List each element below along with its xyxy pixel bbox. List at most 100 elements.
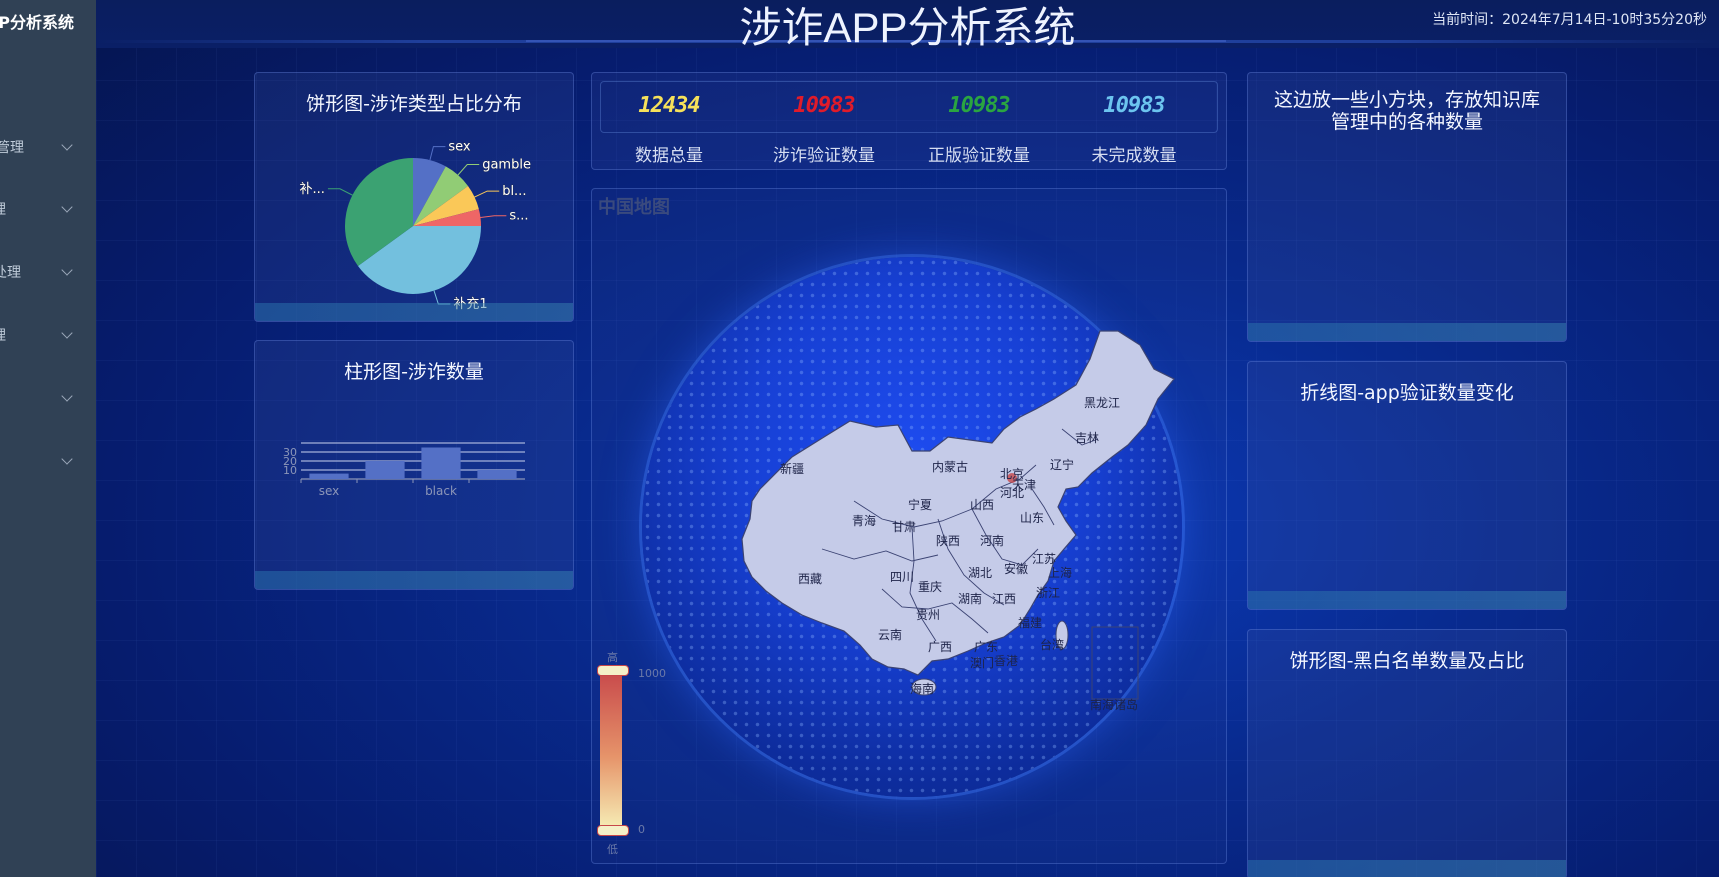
province-label: 黑龙江 [1084, 396, 1120, 410]
bar[interactable] [309, 473, 349, 479]
pie-label: sex [448, 140, 471, 155]
legend-max: 1000 [638, 667, 666, 680]
sidebar-item-label: 管理 [0, 140, 24, 156]
province-label: 河北 [1000, 486, 1024, 500]
pie-label: gamble [482, 157, 531, 172]
knowledge-panel: 这边放一些小方块，存放知识库管理中的各种数量 [1247, 72, 1567, 342]
province-label: 湖南 [958, 591, 982, 606]
visual-map-handle-bottom[interactable] [597, 825, 629, 836]
chevron-down-icon [61, 327, 73, 339]
pie-list-panel: 饼形图-黑白名单数量及占比 [1247, 629, 1567, 877]
province-label: 台湾 [1040, 637, 1064, 652]
panel-footer [1248, 323, 1566, 341]
pie-label-line [457, 163, 480, 176]
province-label: 青海 [852, 513, 876, 528]
panel-footer [1248, 860, 1566, 877]
chevron-down-icon [61, 201, 73, 213]
province-label: 江苏 [1032, 552, 1056, 566]
province-label: 西藏 [798, 572, 822, 586]
pie-label-line [327, 188, 353, 196]
south-china-sea-inset [1091, 626, 1139, 700]
pie-label: bl... [502, 184, 526, 199]
bar-count-title: 柱形图-涉诈数量 [344, 361, 484, 383]
province-label: 福建 [1018, 615, 1042, 630]
stat-total-value: 12434 [638, 93, 700, 118]
sidebar-item-6[interactable] [0, 442, 96, 482]
province-label: 新疆 [780, 461, 804, 476]
province-label: 南海诸岛 [1090, 697, 1138, 712]
pie-label-line [474, 190, 500, 198]
bar[interactable] [365, 461, 405, 479]
line-verify-panel: 折线图-app验证数量变化 [1247, 361, 1567, 610]
chevron-down-icon [61, 390, 73, 402]
province-label: 广东 [974, 640, 998, 654]
pie-type-panel: 饼形图-涉诈类型占比分布 sexgamblebl...s...补充1补... [254, 72, 574, 322]
province-label: 宁夏 [908, 497, 932, 512]
stat-pending-label: 未完成数量 [1091, 146, 1177, 166]
legend-min: 0 [638, 823, 645, 836]
stat-fraud-value: 10983 [793, 93, 855, 118]
stat-fraud-label: 涉诈验证数量 [773, 146, 875, 166]
visual-map-handle-top[interactable] [597, 665, 629, 676]
chevron-down-icon [61, 453, 73, 465]
pie-label: 补... [300, 182, 325, 197]
province-label: 辽宁 [1050, 457, 1074, 472]
legend-low: 低 [607, 843, 618, 856]
province-label: 香港 [994, 654, 1018, 668]
sidebar-item-label: 理 [0, 190, 6, 230]
sidebar: 涉诈APP分析系统 管理 理 处理 理 [0, 0, 96, 877]
pie-chart: sexgamblebl...s...补充1补... [299, 139, 531, 312]
pie-type-title: 饼形图-涉诈类型占比分布 [306, 93, 522, 115]
pie-label-line [480, 215, 507, 218]
current-time: 当前时间：2024年7月14日-10时35分20秒 [1432, 12, 1707, 28]
bar[interactable] [421, 447, 461, 480]
sidebar-item-label: 处理 [0, 265, 21, 281]
pie-label-line [433, 290, 451, 305]
province-label: 广西 [928, 640, 952, 654]
pie-list-title: 饼形图-黑白名单数量及占比 [1289, 650, 1525, 672]
province-label: 吉林 [1075, 431, 1099, 445]
province-label: 安徽 [1004, 561, 1028, 576]
china-map-panel: 中国地图 黑龙江 吉林 辽宁 内蒙古 北京 天津 河北 新疆 宁夏 山西 山东 青海 甘肃 陕西 河南 江苏西… [591, 188, 1227, 864]
panel-footer [255, 303, 573, 321]
province-label: 甘肃 [892, 520, 916, 534]
province-label: 贵州 [916, 608, 940, 622]
province-label: 山东 [1020, 511, 1044, 525]
sidebar-item-1[interactable]: 管理 [0, 128, 96, 168]
panel-footer [1248, 591, 1566, 609]
sidebar-item-2[interactable]: 理 [0, 190, 96, 230]
stat-total-label: 数据总量 [635, 146, 703, 166]
visual-map-bar[interactable] [600, 669, 622, 829]
sidebar-item-5[interactable] [0, 379, 96, 419]
province-label: 四川 [890, 570, 914, 584]
province-label: 澳门 [970, 655, 994, 670]
dashboard-header: 涉诈APP分析系统 当前时间：2024年7月14日-10时35分20秒 [96, 0, 1719, 51]
bar[interactable] [477, 470, 517, 479]
legend-high: 高 [607, 651, 618, 664]
sidebar-item-4[interactable]: 理 [0, 316, 96, 356]
bar-count-panel: 柱形图-涉诈数量 10 20 30 sex black [254, 340, 574, 590]
stats-box: 12434 10983 10983 10983 数据总量 涉诈验证数量 正版验证… [591, 72, 1227, 170]
bar-xtick: sex [319, 484, 340, 498]
stat-genuine-value: 10983 [948, 93, 1010, 118]
panel-footer [255, 571, 573, 589]
province-label: 上海 [1048, 565, 1072, 580]
province-label: 浙江 [1036, 586, 1060, 600]
sidebar-brand: 涉诈APP分析系统 [0, 13, 74, 32]
bar-ytick: 30 [283, 446, 297, 459]
sidebar-item-3[interactable]: 处理 [0, 253, 96, 293]
stat-genuine-label: 正版验证数量 [928, 146, 1030, 166]
chevron-down-icon [61, 139, 73, 151]
pie-label: s... [509, 209, 528, 224]
pie-label-line [429, 146, 446, 161]
province-label: 重庆 [918, 580, 942, 594]
china-map[interactable]: 黑龙江吉林辽宁内蒙古 北京天津河北新疆宁夏 山西山东青海 甘肃陕西 河南江苏西藏 四川 湖北… [592, 189, 1226, 863]
province-label: 江西 [992, 592, 1016, 606]
province-label: 陕西 [936, 533, 960, 548]
china-outline[interactable] [741, 330, 1175, 676]
chevron-down-icon [61, 264, 73, 276]
province-label: 海南 [910, 681, 934, 696]
dashboard-main: 涉诈APP分析系统 当前时间：2024年7月14日-10时35分20秒 饼形图-… [96, 0, 1719, 877]
province-label: 云南 [878, 627, 902, 642]
stat-pending-value: 10983 [1103, 93, 1165, 118]
